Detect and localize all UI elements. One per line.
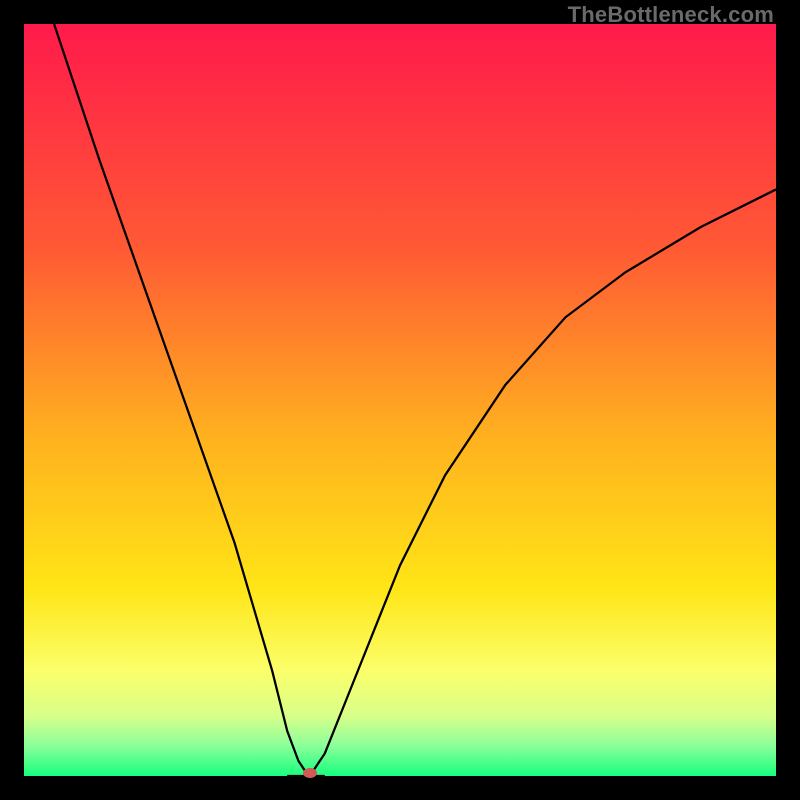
heat-gradient-background [24,24,776,776]
watermark-text: TheBottleneck.com [568,2,774,28]
optimum-marker-dot [303,768,317,778]
plot-frame [24,24,776,776]
